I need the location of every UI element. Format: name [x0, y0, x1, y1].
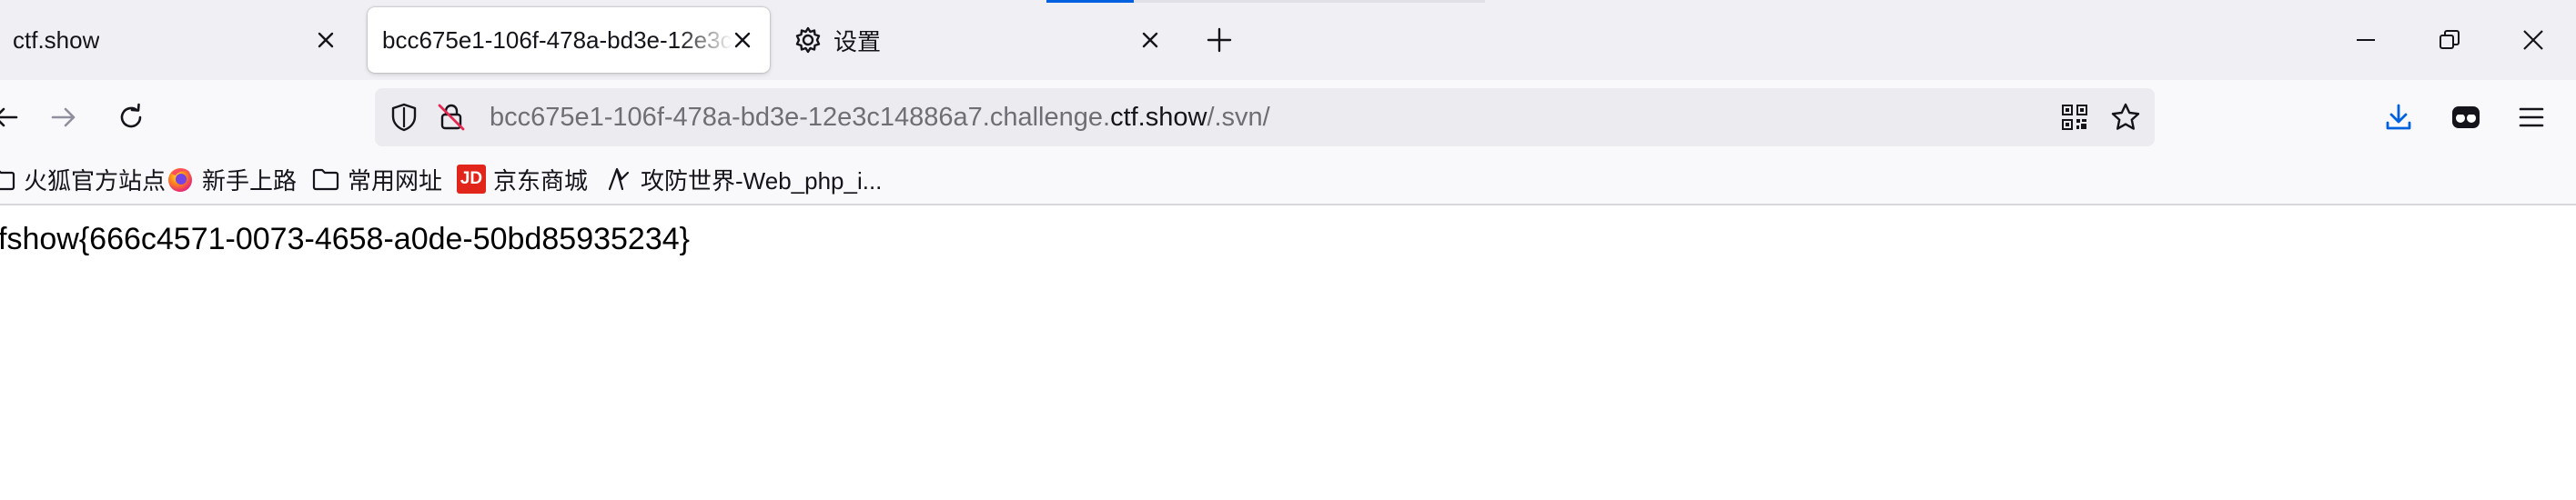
bookmark-jd[interactable]: JD 京东商城 — [457, 155, 588, 204]
page-content: fshow{666c4571-0073-4658-a0de-50bd859352… — [0, 205, 2576, 500]
url-bar[interactable]: bcc675e1-106f-478a-bd3e-12e3c14886a7.cha… — [375, 88, 2155, 146]
tab-ctf-show[interactable]: ctf.show — [0, 7, 357, 73]
bookmark-adworld[interactable]: 攻防世界-Web_php_i... — [604, 155, 882, 204]
restore-icon — [2440, 30, 2460, 49]
firefox-icon — [166, 165, 195, 194]
new-tab-button[interactable] — [1194, 15, 1245, 65]
forward-button[interactable] — [38, 92, 89, 143]
forward-arrow-icon — [51, 107, 76, 127]
bookmark-label: 京东商城 — [493, 166, 589, 195]
navigation-toolbar: bcc675e1-106f-478a-bd3e-12e3c14886a7.cha… — [0, 80, 2576, 155]
reload-button[interactable] — [106, 92, 157, 143]
plus-icon — [1207, 27, 1232, 53]
tab-settings[interactable]: 设置 — [781, 7, 1181, 73]
window-close-button[interactable] — [2508, 15, 2559, 65]
bookmark-label: 新手上路 — [202, 166, 298, 195]
bookmark-label: 常用网址 — [348, 166, 443, 195]
tab-title: 设置 — [833, 27, 882, 55]
bookmark-firefox-official[interactable]: 火狐官方站点 — [0, 155, 166, 204]
bookmarks-toolbar: 火狐官方站点 新手上路 常用网址 JD 京东商城 攻防世界-Web_php_i.… — [0, 155, 2576, 205]
back-arrow-icon — [0, 107, 18, 127]
tab-close-icon[interactable] — [732, 29, 753, 51]
insecure-lock-icon[interactable] — [435, 101, 468, 134]
tab-challenge[interactable]: bcc675e1-106f-478a-bd3e-12e3c — [368, 7, 770, 73]
gear-icon — [793, 25, 823, 55]
bookmark-getting-started[interactable]: 新手上路 — [166, 155, 297, 204]
app-menu-button[interactable] — [2506, 92, 2557, 143]
account-button[interactable] — [2440, 92, 2491, 143]
close-icon — [2523, 30, 2543, 50]
shield-icon[interactable] — [388, 101, 420, 134]
qr-code-icon[interactable] — [2060, 103, 2089, 132]
downloads-button[interactable] — [2373, 92, 2424, 143]
tab-strip: ctf.show bcc675e1-106f-478a-bd3e-12e3c 设… — [0, 0, 2576, 80]
tab-close-icon[interactable] — [315, 29, 337, 51]
download-icon — [2386, 104, 2411, 130]
folder-icon — [311, 165, 340, 194]
tab-progress-indicator — [1046, 0, 1134, 3]
tab-strip-top-highlight — [1134, 0, 1485, 3]
star-icon[interactable] — [2109, 101, 2142, 134]
menu-icon — [2519, 107, 2544, 127]
folder-icon — [0, 165, 16, 194]
jd-icon: JD — [457, 165, 486, 194]
bookmark-site-icon — [604, 165, 633, 194]
tab-title: ctf.show — [13, 25, 100, 54]
minimize-icon — [2357, 39, 2375, 41]
bookmark-common-sites[interactable]: 常用网址 — [311, 155, 442, 204]
tab-title: bcc675e1-106f-478a-bd3e-12e3c — [382, 25, 732, 54]
minimize-button[interactable] — [2340, 15, 2391, 65]
url-path: /.svn/ — [1207, 103, 1270, 132]
account-icon — [2452, 106, 2480, 128]
url-prefix: bcc675e1-106f-478a-bd3e-12e3c14886a7.cha… — [490, 103, 1111, 132]
flag-text: fshow{666c4571-0073-4658-a0de-50bd859352… — [0, 222, 691, 256]
bookmark-label: 攻防世界-Web_php_i... — [641, 166, 883, 195]
url-text[interactable]: bcc675e1-106f-478a-bd3e-12e3c14886a7.cha… — [490, 88, 1270, 146]
restore-button[interactable] — [2424, 15, 2475, 65]
reload-icon — [120, 103, 142, 128]
tab-close-icon[interactable] — [1139, 29, 1161, 51]
bookmark-label: 火狐官方站点 — [24, 166, 167, 195]
url-host: ctf.show — [1110, 103, 1207, 132]
back-button[interactable] — [0, 92, 31, 143]
